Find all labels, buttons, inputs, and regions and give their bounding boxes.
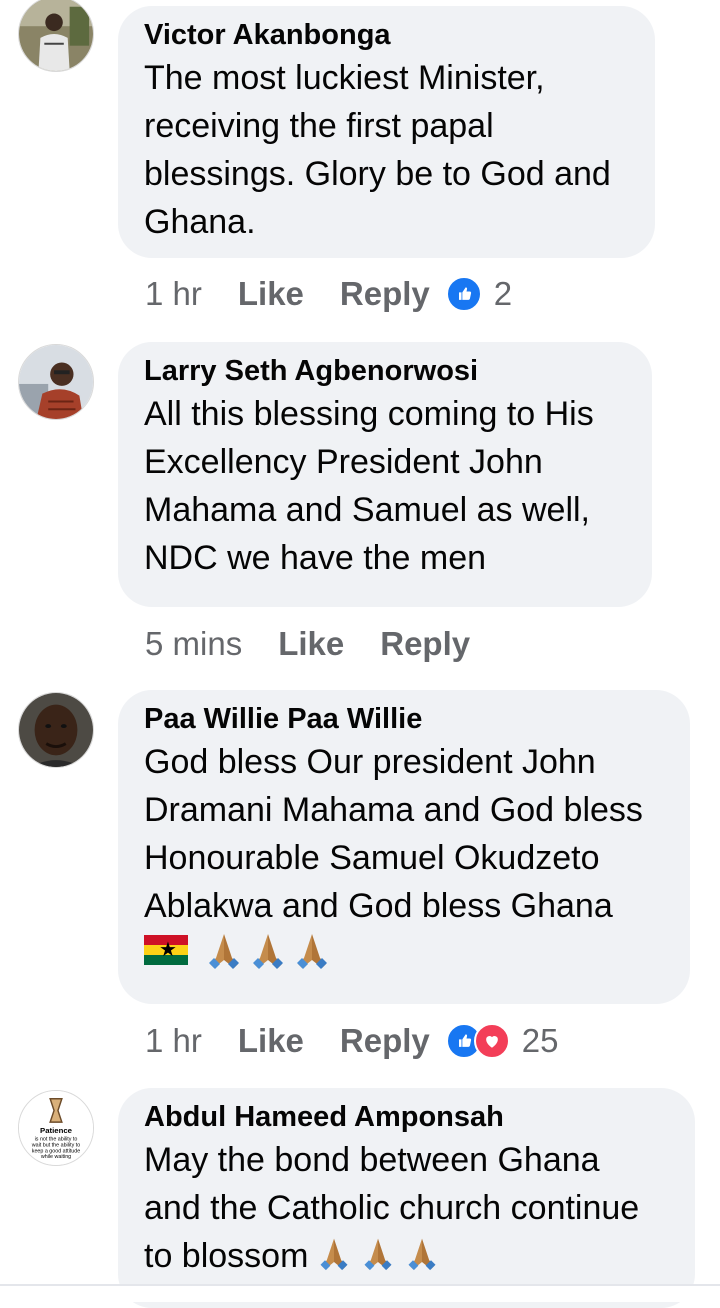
comment-line: and the Catholic church continue bbox=[144, 1189, 640, 1227]
praying-hands-icon bbox=[316, 1235, 352, 1271]
comment-text: God bless Our president John Dramani Mah… bbox=[144, 738, 664, 930]
comment-text: The most luckiest Minister, receiving th… bbox=[144, 54, 629, 246]
avatar-title: Patience bbox=[40, 1126, 73, 1135]
avatar-photo-icon bbox=[19, 693, 93, 767]
like-icon bbox=[445, 276, 482, 312]
avatar[interactable] bbox=[18, 0, 94, 72]
ghana-flag-icon: ★ bbox=[144, 935, 188, 965]
comment-bubble: Larry Seth Agbenorwosi All this blessing… bbox=[118, 342, 652, 607]
reply-button[interactable]: Reply bbox=[340, 1022, 430, 1060]
comment-author[interactable]: Paa Willie Paa Willie bbox=[144, 700, 664, 738]
reply-button[interactable]: Reply bbox=[340, 275, 430, 313]
reaction-count: 25 bbox=[521, 1022, 559, 1059]
comment-text: All this blessing coming to His Excellen… bbox=[144, 390, 626, 582]
comment-line: All this blessing coming to His bbox=[144, 395, 594, 433]
comment-bubble: Paa Willie Paa Willie God bless Our pres… bbox=[118, 690, 690, 1004]
svg-text:while waiting: while waiting bbox=[40, 1154, 71, 1160]
comment-author[interactable]: Larry Seth Agbenorwosi bbox=[144, 352, 626, 390]
like-button[interactable]: Like bbox=[238, 275, 304, 313]
comment-line-text: to blossom bbox=[144, 1237, 309, 1275]
comment-line: The most luckiest Minister, bbox=[144, 59, 545, 97]
love-icon bbox=[473, 1023, 510, 1059]
reaction-summary[interactable]: 25 bbox=[445, 1022, 559, 1060]
comment-bubble: Victor Akanbonga The most luckiest Minis… bbox=[118, 6, 655, 258]
comment-timestamp[interactable]: 5 mins bbox=[145, 625, 242, 663]
comment-actions: 5 mins Like Reply bbox=[145, 620, 506, 668]
avatar-photo-icon bbox=[19, 0, 93, 71]
avatar[interactable] bbox=[18, 692, 94, 768]
comment-line: Honourable Samuel Okudzeto bbox=[144, 839, 600, 877]
comment-line: Mahama and Samuel as well, bbox=[144, 491, 591, 529]
comment-line: to blossom bbox=[144, 1232, 669, 1280]
reaction-summary[interactable]: 2 bbox=[445, 275, 513, 313]
reaction-count: 2 bbox=[493, 275, 513, 312]
avatar[interactable] bbox=[18, 344, 94, 420]
comment-text: May the bond between Ghana and the Catho… bbox=[144, 1136, 669, 1280]
praying-hands-icon bbox=[248, 930, 288, 970]
comment-line: Dramani Mahama and God bless bbox=[144, 791, 643, 829]
comment-timestamp[interactable]: 1 hr bbox=[145, 275, 202, 313]
comment-line: Ablakwa and God bless Ghana bbox=[144, 887, 613, 925]
emoji-row: ★ bbox=[144, 930, 664, 970]
comment-actions: 1 hr Like Reply 2 bbox=[145, 270, 512, 318]
comment-author[interactable]: Abdul Hameed Amponsah bbox=[144, 1098, 669, 1136]
praying-hands-icon bbox=[292, 930, 332, 970]
like-button[interactable]: Like bbox=[278, 625, 344, 663]
comment-actions: 1 hr Like Reply 25 bbox=[145, 1017, 559, 1065]
comment-author[interactable]: Victor Akanbonga bbox=[144, 16, 629, 54]
comment-bubble: Abdul Hameed Amponsah May the bond betwe… bbox=[118, 1088, 695, 1308]
like-button[interactable]: Like bbox=[238, 1022, 304, 1060]
avatar-photo-icon bbox=[19, 345, 93, 419]
comment-line: May the bond between Ghana bbox=[144, 1141, 600, 1179]
comment-line: NDC we have the men bbox=[144, 539, 487, 577]
comment-line: receiving the first papal bbox=[144, 107, 494, 145]
avatar[interactable]: Patience is not the ability to wait but … bbox=[18, 1090, 94, 1166]
comment-line: Excellency President John bbox=[144, 443, 543, 481]
praying-hands-icon bbox=[360, 1235, 396, 1271]
comment-line: blessings. Glory be to God and bbox=[144, 155, 611, 193]
comment-line: God bless Our president John bbox=[144, 743, 596, 781]
patience-avatar-icon: Patience is not the ability to wait but … bbox=[19, 1091, 93, 1165]
praying-hands-icon bbox=[404, 1235, 440, 1271]
reply-button[interactable]: Reply bbox=[380, 625, 470, 663]
praying-hands-icon bbox=[204, 930, 244, 970]
bottom-divider bbox=[0, 1284, 720, 1302]
comment-line: Ghana. bbox=[144, 203, 256, 241]
comment-timestamp[interactable]: 1 hr bbox=[145, 1022, 202, 1060]
